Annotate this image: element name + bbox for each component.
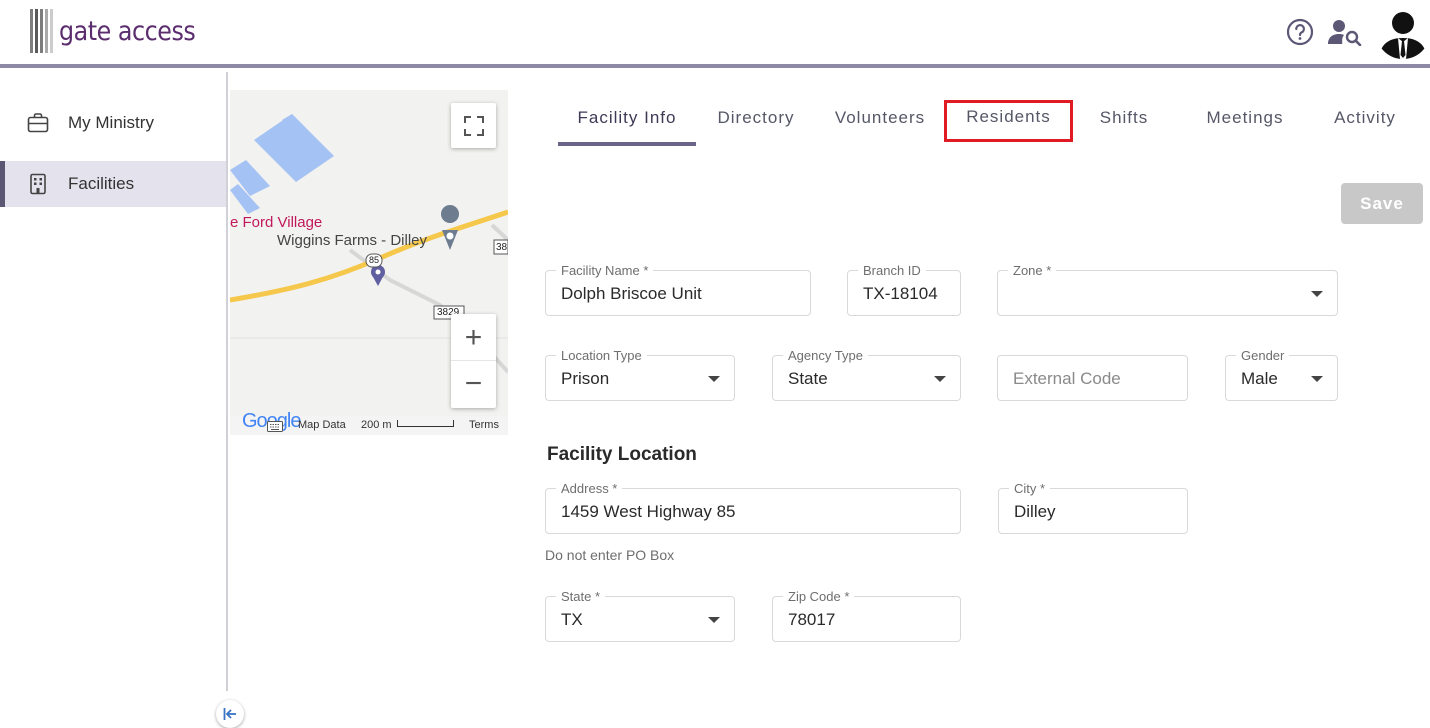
top-header: gate access <box>0 0 1430 68</box>
briefcase-icon <box>27 113 49 133</box>
branch-id-field[interactable]: Branch ID TX-18104 <box>847 263 961 316</box>
fullscreen-icon <box>463 115 484 136</box>
route-85-label: 85 <box>369 255 380 265</box>
field-label: City * <box>1009 481 1051 496</box>
map-terms-link[interactable]: Terms <box>469 419 499 431</box>
facility-name-field[interactable]: Facility Name * Dolph Briscoe Unit <box>545 263 811 316</box>
sidebar: My Ministry Facilities <box>0 72 244 728</box>
logo-text: gate access <box>59 15 196 47</box>
external-code-field[interactable]: External Code <box>997 355 1188 401</box>
agency-type-select[interactable]: Agency Type State <box>772 348 961 401</box>
field-label: Zone * <box>1008 263 1057 278</box>
map-data-link[interactable]: Map Data <box>298 419 346 431</box>
chevron-down-icon <box>934 376 946 382</box>
tab-residents[interactable]: Residents <box>944 100 1073 142</box>
city-field[interactable]: City * Dilley <box>998 481 1188 534</box>
tab-volunteers[interactable]: Volunteers <box>824 100 936 146</box>
field-value: Male <box>1241 369 1278 388</box>
chevron-down-icon <box>1311 291 1323 297</box>
sidebar-item-facilities[interactable]: Facilities <box>0 161 226 207</box>
route-38-label: 38 <box>496 242 508 253</box>
fullscreen-button[interactable] <box>451 103 496 148</box>
tab-facility-info[interactable]: Facility Info <box>558 100 696 146</box>
tab-activity[interactable]: Activity <box>1324 100 1406 146</box>
field-value: TX <box>561 610 583 629</box>
chevron-down-icon <box>708 617 720 623</box>
gender-select[interactable]: Gender Male <box>1225 348 1338 401</box>
field-label: Location Type <box>556 348 647 363</box>
address-field[interactable]: Address * 1459 West Highway 85 <box>545 481 961 534</box>
field-value: 1459 West Highway 85 <box>561 502 736 521</box>
user-search-icon[interactable] <box>1328 18 1362 46</box>
chevron-down-icon <box>708 376 720 382</box>
zoom-in-button[interactable]: + <box>451 315 496 361</box>
facility-map[interactable]: 85 38 3829 e Ford Village Wiggins Farms … <box>230 90 508 435</box>
zoom-out-button[interactable]: − <box>451 361 496 407</box>
field-label: Gender <box>1236 348 1290 363</box>
tab-directory[interactable]: Directory <box>706 100 806 146</box>
sidebar-item-label: Facilities <box>68 174 135 193</box>
field-label: Facility Name * <box>556 263 654 278</box>
map-place-label-village: e Ford Village <box>230 214 323 231</box>
keyboard-icon[interactable] <box>267 421 283 432</box>
zoom-controls: + − <box>451 314 496 408</box>
field-label: Branch ID <box>858 263 926 278</box>
field-label: Agency Type <box>783 348 868 363</box>
gate-access-logo[interactable]: gate access <box>30 8 214 54</box>
zone-select[interactable]: Zone * <box>997 263 1338 316</box>
state-select[interactable]: State * TX <box>545 589 735 642</box>
field-value: State <box>788 369 828 388</box>
zip-code-field[interactable]: Zip Code * 78017 <box>772 589 961 642</box>
tab-shifts[interactable]: Shifts <box>1088 100 1160 146</box>
map-scale-label: 200 m <box>361 419 392 431</box>
avatar[interactable] <box>1376 5 1430 59</box>
save-button[interactable]: Save <box>1341 183 1423 224</box>
building-icon <box>30 173 46 195</box>
field-label: Address * <box>556 481 623 496</box>
chevron-down-icon <box>1311 376 1323 382</box>
location-type-select[interactable]: Location Type Prison <box>545 348 735 401</box>
field-value: Dilley <box>1014 502 1056 521</box>
field-value: Prison <box>561 369 610 388</box>
field-value: Dolph Briscoe Unit <box>561 284 702 303</box>
help-icon[interactable] <box>1286 18 1314 46</box>
field-value: TX-18104 <box>863 284 938 303</box>
field-label: Zip Code * <box>783 589 855 604</box>
field-value: 78017 <box>788 610 836 629</box>
field-placeholder: External Code <box>1013 369 1121 388</box>
sidebar-item-my-ministry[interactable]: My Ministry <box>0 100 226 146</box>
facility-location-heading: Facility Location <box>547 444 697 465</box>
field-label: State * <box>556 589 606 604</box>
map-footer: Google Map Data 200 m Terms <box>230 410 508 435</box>
map-scale-bar <box>397 420 454 427</box>
tab-meetings[interactable]: Meetings <box>1196 100 1294 146</box>
collapse-sidebar-button[interactable] <box>216 700 244 728</box>
sidebar-item-label: My Ministry <box>68 113 154 132</box>
logo-bars-icon <box>30 9 55 53</box>
address-helper-text: Do not enter PO Box <box>545 547 675 563</box>
collapse-left-icon <box>223 708 236 720</box>
map-place-label-farms: Wiggins Farms - Dilley <box>277 232 428 249</box>
